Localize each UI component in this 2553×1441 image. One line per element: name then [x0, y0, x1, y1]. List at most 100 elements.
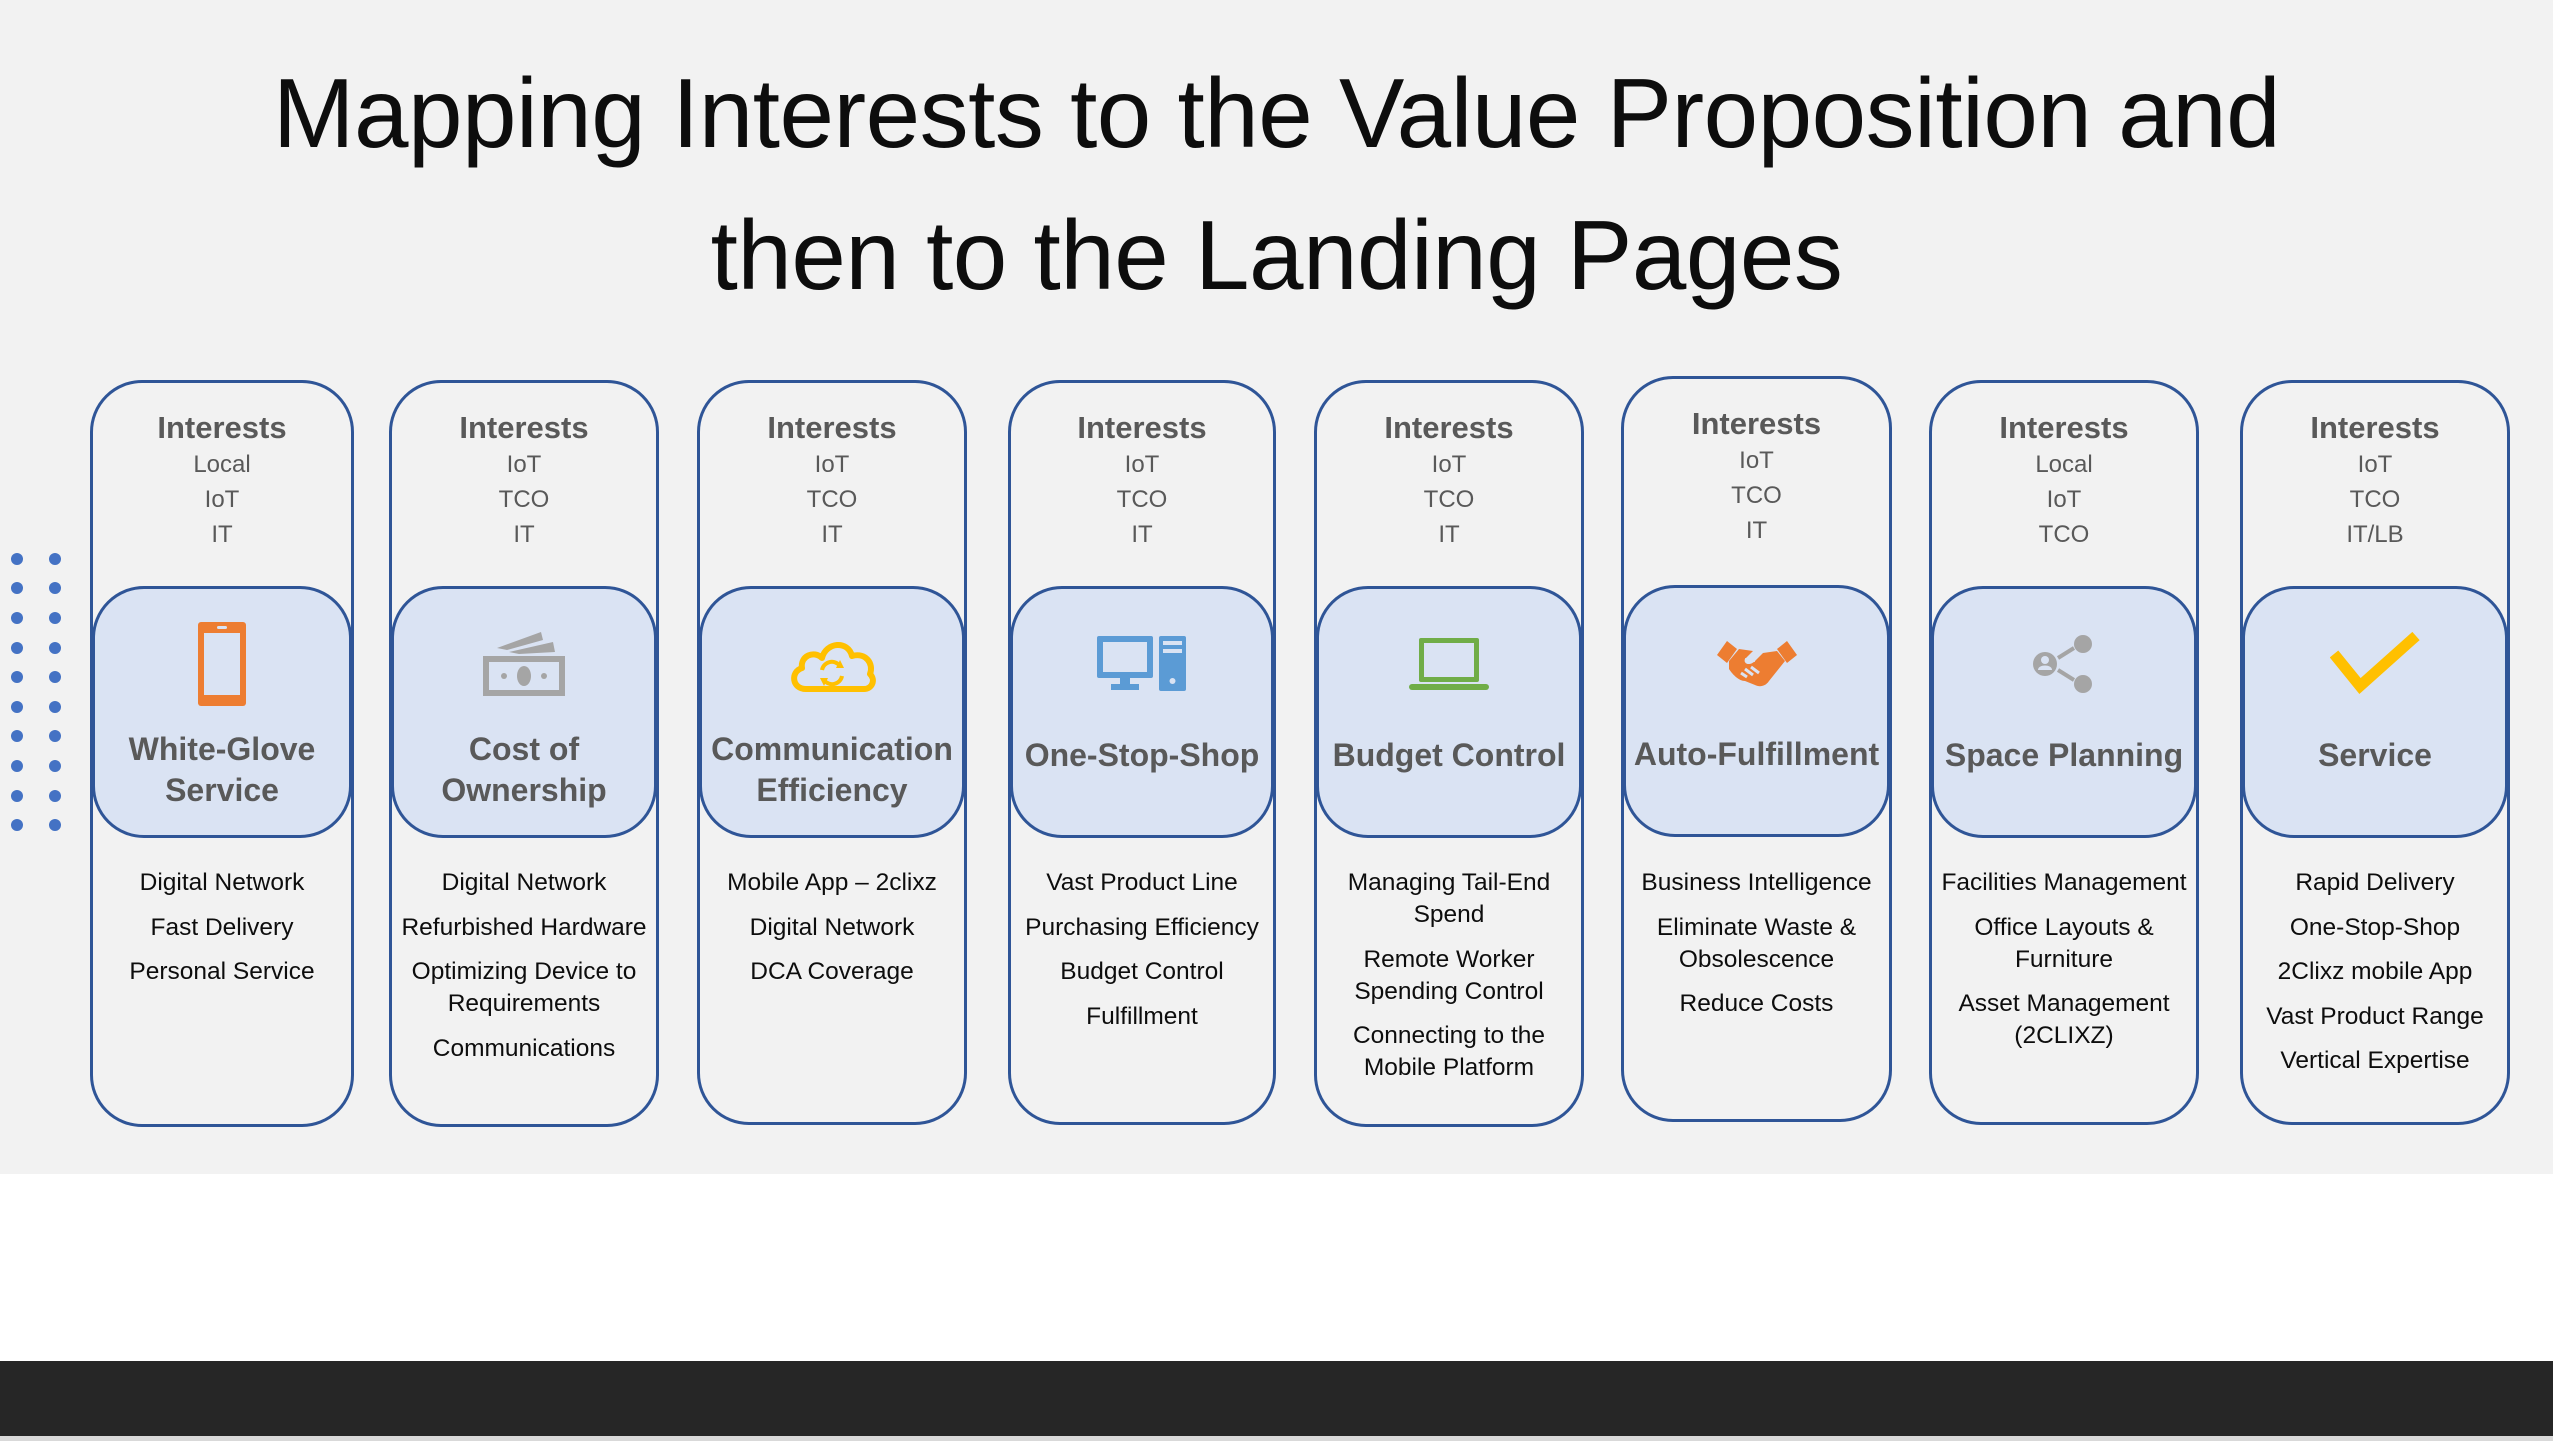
landing-page-item: Budget Control [1060, 958, 1224, 985]
landing-page-item: Personal Service [129, 958, 315, 985]
value-card: Interests IoT TCO IT Communication Efficienc… [697, 380, 967, 1125]
interest-item: IT/LB [2346, 521, 2404, 548]
landing-page-list: Digital Network Refurbished Hardware Optim… [396, 867, 652, 1077]
interests-section: Interests IoT TCO IT/LB [2243, 409, 2507, 552]
landing-page-item: Remote Worker Spending Control [1354, 945, 1544, 1005]
dot [11, 582, 23, 595]
dot-row [11, 810, 61, 840]
decorative-dot-grid [11, 544, 65, 840]
interests-section: Interests IoT TCO IT [392, 409, 656, 552]
interests-section: Interests Local IoT TCO [1932, 409, 2196, 552]
interests-section: Interests IoT TCO IT [1624, 405, 1889, 548]
value-proposition-box: One-Stop-Shop [1010, 586, 1274, 838]
value-proposition-label: Service [2318, 737, 2432, 773]
dot [49, 611, 61, 624]
dot-row [11, 603, 61, 633]
mobile-phone-icon [172, 619, 272, 709]
value-proposition-label: One-Stop-Shop [1024, 737, 1260, 773]
interest-item: IT [1438, 521, 1460, 548]
landing-page-list: Vast Product Line Purchasing Efficiency Bu… [1015, 867, 1269, 1045]
landing-page-item: Managing Tail-End Spend [1347, 869, 1551, 928]
dot [49, 671, 61, 684]
interest-item: IoT [1431, 451, 1467, 478]
interest-item: IT [821, 521, 843, 548]
value-proposition-label: White-Glove Service [128, 731, 316, 808]
dot [11, 671, 23, 684]
landing-page-item: Facilities Management [1941, 869, 2187, 896]
dot [11, 730, 23, 743]
landing-page-item: Digital Network [139, 869, 305, 896]
landing-page-item: Vast Product Line [1046, 869, 1238, 896]
interests-heading: Interests [157, 410, 287, 445]
landing-page-item: Fulfillment [1086, 1002, 1198, 1030]
checkmark-icon [2325, 619, 2425, 709]
interests-section: Interests IoT TCO IT [1011, 409, 1273, 552]
interests-heading: Interests [1384, 410, 1514, 445]
value-proposition-label: Budget Control [1332, 737, 1566, 773]
landing-page-list: Rapid Delivery One-Stop-Shop 2Clixz mobile… [2247, 867, 2503, 1090]
value-card: Interests IoT TCO IT Cost of Ownership Digita… [389, 380, 659, 1127]
value-card: Interests IoT TCO IT/LB Service Rapid Deliver… [2240, 380, 2510, 1125]
landing-page-item: Office Layouts & Furniture [1974, 913, 2154, 973]
interest-item: TCO [2038, 521, 2090, 548]
interest-item: IoT [1124, 451, 1160, 478]
value-proposition-box: Space Planning [1931, 586, 2197, 838]
bottom-bar [0, 1361, 2553, 1436]
landing-page-item: Optimizing Device to Requirements [411, 958, 637, 1017]
dot-row [11, 633, 61, 663]
value-proposition-box: Budget Control [1316, 586, 1582, 838]
value-proposition-box: Cost of Ownership [391, 586, 657, 838]
interests-section: Interests Local IoT IT [93, 409, 351, 552]
landing-page-item: Communications [432, 1034, 616, 1062]
slide: Mapping Interests to the Value Propositi… [0, 0, 2553, 1174]
landing-page-item: Connecting to the Mobile Platform [1352, 1022, 1546, 1081]
value-card: Interests IoT TCO IT Auto-Fulfillment Busines… [1621, 376, 1892, 1122]
dot-row [11, 662, 61, 692]
dot-row [11, 722, 61, 752]
interest-item: IoT [2046, 486, 2082, 513]
value-proposition-label: Auto-Fulfillment [1633, 736, 1880, 772]
dot [11, 700, 23, 713]
value-proposition-label: Cost of Ownership [441, 731, 607, 808]
value-proposition-box: Communication Efficiency [699, 586, 965, 838]
interest-item: IT [513, 521, 535, 548]
dot-row [11, 544, 61, 574]
landing-page-item: Vertical Expertise [2280, 1047, 2470, 1074]
value-card: Interests IoT TCO IT One-Stop-Shop Vast Produ… [1008, 380, 1276, 1125]
dot [49, 641, 61, 654]
landing-page-list: Facilities Management Office Layouts & Fu… [1936, 867, 2192, 1065]
interests-heading: Interests [459, 410, 589, 445]
dot [49, 819, 61, 832]
landing-page-item: Vast Product Range [2266, 1002, 2484, 1030]
landing-page-list: Digital Network Fast Delivery Personal Ser… [97, 867, 347, 1001]
dot [49, 789, 61, 802]
value-card: Interests IoT TCO IT Budget Control Managing … [1314, 380, 1584, 1127]
landing-page-list: Business Intelligence Eliminate Waste & O… [1628, 867, 1885, 1033]
value-proposition-label: Space Planning [1944, 737, 2184, 773]
interests-section: Interests IoT TCO IT [1317, 409, 1581, 552]
laptop-icon [1399, 619, 1499, 709]
landing-page-item: Fast Delivery [150, 913, 294, 941]
value-proposition-box: White-Glove Service [92, 586, 352, 838]
landing-page-item: DCA Coverage [750, 958, 914, 985]
title-line-2: then to the Landing Pages [710, 200, 1843, 310]
dot [11, 552, 23, 565]
dot-row [11, 574, 61, 604]
value-proposition-label: Communication Efficiency [711, 731, 953, 808]
landing-page-item: Reduce Costs [1679, 990, 1834, 1017]
dot-row [11, 692, 61, 722]
bottom-strip [0, 1436, 2553, 1441]
value-card: Interests Local IoT IT White-Glove Service Di… [90, 380, 354, 1127]
interest-item: IoT [506, 451, 542, 478]
share-user-icon [2014, 619, 2114, 709]
interest-item: IT [1131, 521, 1153, 548]
interests-heading: Interests [1999, 410, 2129, 445]
handshake-icon [1707, 618, 1807, 708]
landing-page-item: Refurbished Hardware [401, 913, 647, 941]
interest-item: IT [211, 521, 233, 548]
interests-heading: Interests [2310, 410, 2440, 445]
interest-item: TCO [806, 486, 858, 513]
interest-item: TCO [498, 486, 550, 513]
landing-page-item: Eliminate Waste & Obsolescence [1656, 913, 1857, 973]
landing-page-list: Managing Tail-End Spend Remote Worker Spe… [1321, 867, 1577, 1097]
